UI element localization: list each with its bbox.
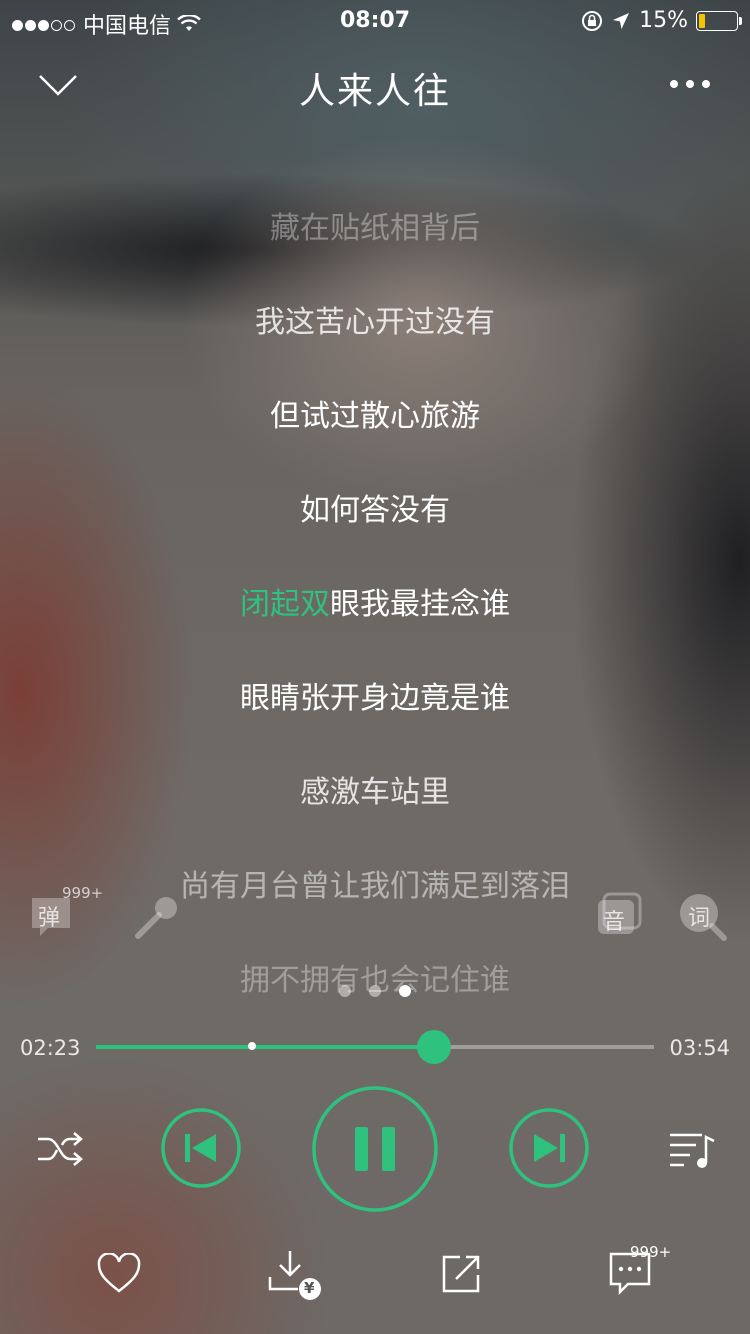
status-right: 15% bbox=[581, 8, 742, 33]
page-indicator[interactable] bbox=[0, 982, 750, 1001]
progress-thumb[interactable] bbox=[417, 1030, 452, 1064]
lyric-line: 拥不拥有也会记住谁 bbox=[240, 963, 510, 998]
playlist-icon[interactable] bbox=[668, 1129, 716, 1171]
lyric-played-part: 闭起双 bbox=[240, 587, 330, 622]
song-title: 人来人往 bbox=[298, 71, 451, 112]
heart-icon[interactable] bbox=[96, 1253, 142, 1295]
price-badge: ¥ bbox=[304, 1279, 315, 1297]
comment-count: 999+ bbox=[630, 1243, 672, 1261]
rotation-lock-icon bbox=[582, 10, 603, 31]
page-dot bbox=[369, 985, 381, 997]
total-time: 03:54 bbox=[669, 1036, 730, 1060]
current-time: 02:23 bbox=[20, 1036, 81, 1060]
progress-played bbox=[96, 1045, 435, 1049]
lyric-search-button[interactable]: 词 bbox=[678, 892, 728, 942]
share-icon[interactable] bbox=[440, 1253, 482, 1295]
download-button[interactable]: ¥ bbox=[268, 1247, 324, 1303]
lyric-line: 感激车站里 bbox=[300, 775, 450, 810]
pause-icon[interactable] bbox=[311, 1085, 439, 1213]
lyric-line: 如何答没有 bbox=[300, 493, 450, 528]
lyric-line: 藏在贴纸相背后 bbox=[270, 211, 480, 246]
current-lyric-line: 闭起双眼我最挂念谁 bbox=[0, 558, 750, 652]
player-header: 人来人往 bbox=[0, 50, 750, 120]
lyric-line: 但试过散心旅游 bbox=[270, 399, 480, 434]
progress-bar[interactable]: 02:23 03:54 bbox=[0, 1028, 750, 1068]
lyric-label: 词 bbox=[688, 906, 711, 931]
danmu-label: 弹 bbox=[38, 906, 61, 931]
lyric-line: 眼睛张开身边竟是谁 bbox=[240, 681, 510, 716]
action-bar: ¥ 999+ bbox=[0, 1243, 750, 1305]
shuffle-icon[interactable] bbox=[36, 1131, 84, 1167]
page-dot bbox=[339, 985, 351, 997]
sound-effect-label: 音 bbox=[603, 910, 626, 935]
danmu-button[interactable]: 弹 999+ bbox=[28, 884, 108, 944]
sound-effect-button[interactable]: 音 bbox=[596, 892, 646, 938]
more-icon[interactable] bbox=[668, 72, 712, 96]
download-icon bbox=[268, 1251, 321, 1300]
danmu-count: 999+ bbox=[62, 884, 104, 902]
comment-button[interactable]: 999+ bbox=[606, 1243, 676, 1301]
progress-track[interactable] bbox=[96, 1030, 654, 1064]
page-dot-active bbox=[399, 985, 411, 997]
battery-percent: 15% bbox=[639, 8, 688, 33]
status-bar: 中国电信 08:07 15% bbox=[0, 0, 750, 40]
lyric-unplayed-part: 眼我最挂念谁 bbox=[330, 587, 510, 622]
battery-icon bbox=[696, 10, 742, 31]
previous-track-icon[interactable] bbox=[160, 1107, 242, 1189]
next-track-icon[interactable] bbox=[508, 1107, 590, 1189]
lyric-line: 我这苦心开过没有 bbox=[255, 305, 495, 340]
microphone-icon[interactable] bbox=[132, 892, 182, 942]
location-arrow-icon bbox=[613, 12, 630, 29]
playback-controls bbox=[0, 1085, 750, 1215]
